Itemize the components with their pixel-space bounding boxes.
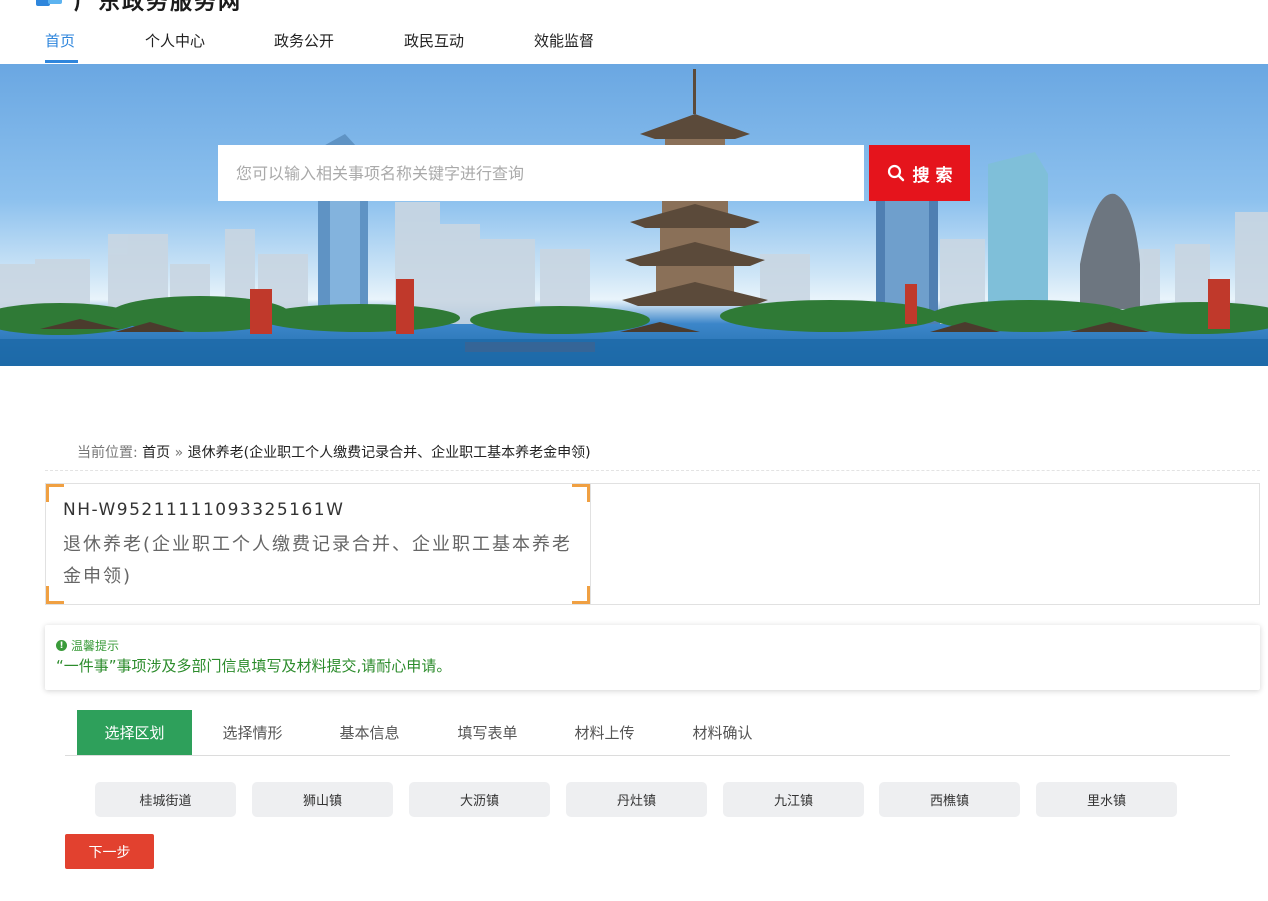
city-skyline-illustration xyxy=(0,69,1268,366)
logo-icon xyxy=(36,0,64,10)
district-option[interactable]: 九江镇 xyxy=(723,782,864,817)
nav-item-personal-center[interactable]: 个人中心 xyxy=(145,30,205,51)
next-step-button[interactable]: 下一步 xyxy=(65,834,154,869)
exclamation-icon: ! xyxy=(56,640,67,651)
nav-item-interaction[interactable]: 政民互动 xyxy=(404,30,464,51)
district-option[interactable]: 桂城街道 xyxy=(95,782,236,817)
site-logo[interactable]: 广东政务服务网 xyxy=(36,0,242,15)
tab-basic-info[interactable]: 基本信息 xyxy=(322,710,417,755)
breadcrumb-home-link[interactable]: 首页 xyxy=(142,445,170,461)
breadcrumb-separator: » xyxy=(174,445,184,461)
breadcrumb-current: 退休养老(企业职工个人缴费记录合并、企业职工基本养老金申领) xyxy=(187,445,591,461)
search-box xyxy=(218,145,864,201)
site-title: 广东政务服务网 xyxy=(74,0,243,15)
tab-select-region[interactable]: 选择区划 xyxy=(77,710,192,755)
item-title: 退休养老(企业职工个人缴费记录合并、企业职工基本养老金申领) xyxy=(63,534,573,587)
breadcrumb-prefix: 当前位置: xyxy=(77,445,138,461)
top-nav: 首页 个人中心 政务公开 政民互动 效能监督 xyxy=(0,20,1268,64)
tab-material-confirm[interactable]: 材料确认 xyxy=(675,710,770,755)
district-option[interactable]: 丹灶镇 xyxy=(566,782,707,817)
tip-message: “一件事”事项涉及多部门信息填写及材料提交,请耐心申请。 xyxy=(56,657,452,675)
breadcrumb: 当前位置: 首页 » 退休养老(企业职工个人缴费记录合并、企业职工基本养老金申领… xyxy=(77,442,591,462)
item-code: NH-W95211111093325161W xyxy=(63,500,345,520)
search-button-label: 搜 索 xyxy=(912,165,953,186)
tip-heading-text: 温馨提示 xyxy=(71,639,120,653)
search-icon xyxy=(887,164,904,182)
district-option[interactable]: 狮山镇 xyxy=(252,782,393,817)
search-input[interactable] xyxy=(218,145,864,201)
nav-item-home[interactable]: 首页 xyxy=(45,30,75,51)
corner-decoration xyxy=(572,484,590,502)
item-card: NH-W95211111093325161W 退休养老(企业职工个人缴费记录合并… xyxy=(45,483,1260,605)
district-option[interactable]: 里水镇 xyxy=(1036,782,1177,817)
corner-decoration xyxy=(46,586,64,604)
tip-heading: ! 温馨提示 xyxy=(56,637,119,654)
district-option[interactable]: 大沥镇 xyxy=(409,782,550,817)
item-summary: NH-W95211111093325161W 退休养老(企业职工个人缴费记录合并… xyxy=(46,484,591,604)
tab-material-upload[interactable]: 材料上传 xyxy=(557,710,652,755)
breadcrumb-divider xyxy=(45,470,1260,471)
warm-tip-panel: ! 温馨提示 “一件事”事项涉及多部门信息填写及材料提交,请耐心申请。 xyxy=(45,625,1260,690)
tab-fill-form[interactable]: 填写表单 xyxy=(440,710,535,755)
step-tabs: 选择区划 选择情形 基本信息 填写表单 材料上传 材料确认 xyxy=(65,710,1230,756)
nav-item-government-affairs[interactable]: 政务公开 xyxy=(274,30,334,51)
corner-decoration xyxy=(46,484,64,502)
nav-active-indicator xyxy=(45,60,78,63)
hero-banner xyxy=(0,64,1268,366)
tab-select-situation[interactable]: 选择情形 xyxy=(205,710,300,755)
district-option[interactable]: 西樵镇 xyxy=(879,782,1020,817)
search-button[interactable]: 搜 索 xyxy=(869,145,970,201)
nav-item-supervision[interactable]: 效能监督 xyxy=(534,30,594,51)
